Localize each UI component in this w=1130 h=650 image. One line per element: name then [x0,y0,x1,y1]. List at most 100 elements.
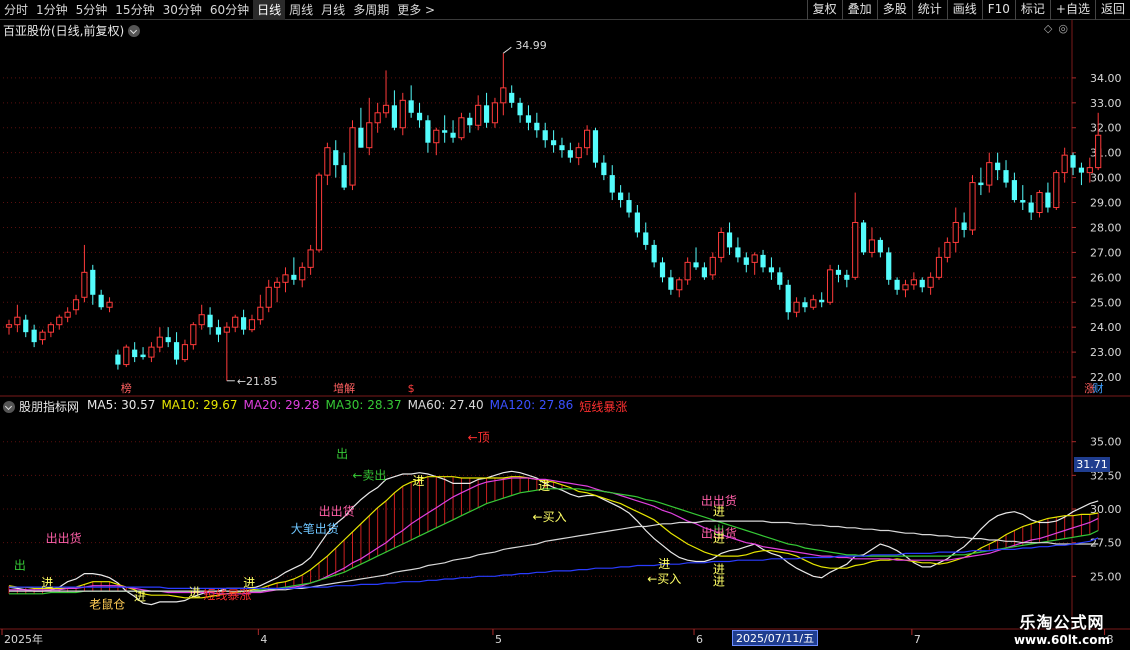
candle-body [341,165,347,188]
y-tick-label: 27.00 [1090,246,1122,259]
candle-body [450,132,456,138]
candle-body [768,267,775,273]
ma-legend: MA5: 30.57 MA10: 29.67 MA20: 29.28 MA30: 28… [87,398,633,415]
candle-body [835,269,842,275]
candle-body [618,192,624,201]
signal-label: ←买入 [533,510,567,524]
candle-body [1003,170,1009,183]
timeframe-tab[interactable]: 更多 > [393,0,439,20]
candle-body [467,117,473,126]
candle-body [382,104,390,114]
chevron-down-icon[interactable] [3,400,15,413]
candle-body [23,319,29,333]
candle-body [190,324,197,346]
candle-body [399,99,406,129]
signal-label: 进 [658,557,670,571]
candle-body [333,150,339,166]
timeframe-tab[interactable]: 日线 [253,0,286,20]
signal-label: 出出货 [319,504,355,519]
ma-legend-item: MA30: 28.37 [325,398,402,412]
diamond-icon[interactable]: ◇ [1044,22,1052,35]
candle-body [709,256,716,276]
candle-body [760,254,766,268]
high-marker [503,46,512,54]
signal-label: 进 [538,479,550,493]
indicator-header: 股朋指标网 MA5: 30.57 MA10: 29.67 MA20: 29.28 MA… [3,398,641,415]
timeframe-tab[interactable]: 5分钟 [72,0,112,20]
candle-body [324,147,331,176]
candle-body [643,232,649,245]
candle-body [701,267,707,278]
toolbar-button[interactable]: 复权 [806,0,842,20]
chevron-down-icon[interactable] [128,24,141,37]
toolbar-button[interactable]: F10 [981,0,1015,20]
candle-body [425,120,431,143]
candle-body [550,140,557,146]
signal-label: ←顶 [468,431,490,445]
timeframe-tab[interactable]: 1分钟 [32,0,72,20]
candle-body [777,272,783,285]
candle-body [601,162,607,176]
target-icon[interactable]: ◎ [1058,22,1068,35]
event-marker: 增解 [333,381,355,395]
candle-body [374,112,381,124]
candle-body [90,269,96,295]
timeframe-tab[interactable]: 60分钟 [206,0,253,20]
indicator-name[interactable]: 股朋指标网 [19,398,79,415]
candle-body [56,316,63,326]
candle-body [232,316,239,328]
y-tick-label: 35.00 [1090,436,1122,449]
toolbar-button[interactable]: +自选 [1049,0,1095,20]
candle-body [584,129,591,149]
candle-body [567,150,573,158]
toolbar-button[interactable]: 多股 [876,0,912,20]
stock-chart[interactable]: 22.0023.0024.0025.0026.0027.0028.0029.00… [0,20,1130,650]
series-line [9,477,1099,595]
candle-body [592,130,599,163]
signal-label: 老鼠仓 [89,598,125,612]
timeframe-tab[interactable]: 30分钟 [159,0,206,20]
candle-body [819,299,825,303]
candle-body [634,212,640,233]
candle-body [475,104,482,126]
toolbar-button[interactable]: 返回 [1094,0,1130,20]
timeframe-tab[interactable]: 周线 [285,0,317,20]
candle-body [877,239,883,253]
x-tick-label: 4 [260,633,267,646]
y-tick-label: 31.00 [1090,147,1122,160]
candle-body [39,331,46,341]
toolbar-button[interactable]: 叠加 [841,0,877,20]
candle-body [483,105,490,123]
candle-body [995,162,1001,171]
high-label: 34.99 [515,39,547,52]
candle-body [274,281,281,288]
toolbar-button[interactable]: 画线 [946,0,982,20]
x-tick-label: 5 [495,633,502,646]
candle-body [844,274,850,280]
signal-label: 进 [41,576,53,590]
candle-body [47,324,54,333]
y-tick-label: 28.00 [1090,221,1122,234]
candle-body [935,256,943,278]
y-tick-label: 29.00 [1090,197,1122,210]
timeframe-tab[interactable]: 多周期 [349,0,393,20]
price-badge: 31.71 [1074,457,1110,472]
signal-label: 出 [14,559,26,573]
candle-body [575,147,582,159]
timeframe-tab[interactable]: 15分钟 [111,0,158,20]
toolbar-button[interactable]: 统计 [911,0,947,20]
candle-body [315,174,323,251]
y-tick-label: 25.00 [1090,296,1122,309]
candle-body [31,329,37,343]
signal-label: 进 [713,563,725,577]
y-tick-label: 34.00 [1090,72,1122,85]
toolbar-button[interactable]: 标记 [1014,0,1050,20]
candle-body [265,286,272,308]
signal-label: 进 [713,505,725,519]
date-badge: 2025/07/11/五 [732,630,819,646]
timeframe-tab[interactable]: 分时 [0,0,32,20]
candle-body [651,244,657,263]
timeframe-tab[interactable]: 月线 [317,0,349,20]
toolbar: 分时 1分钟 5分钟 15分钟 30分钟 60分钟 日线 周线 月线 多周期 更多 > 复权 叠加 多股… [0,0,1130,20]
y-tick-label: 30.00 [1090,172,1122,185]
